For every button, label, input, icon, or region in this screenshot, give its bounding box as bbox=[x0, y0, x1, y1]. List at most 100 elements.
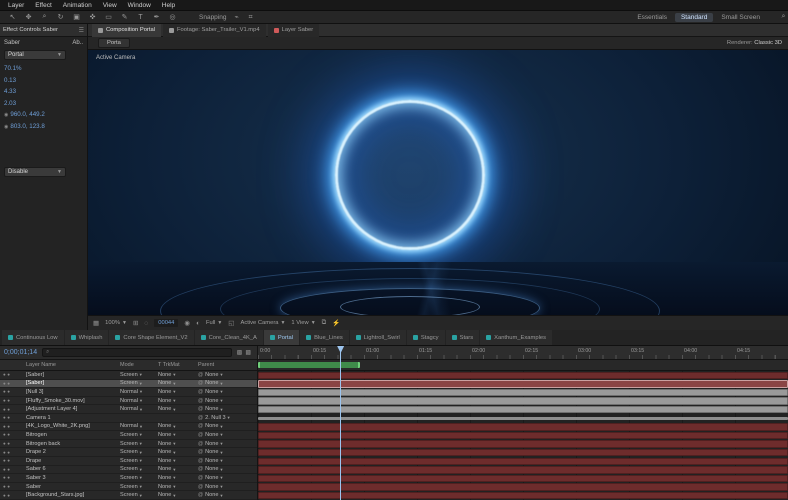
parent-dropdown[interactable]: @ None ▼ bbox=[198, 423, 254, 429]
rotation-tool-icon[interactable]: ↻ bbox=[56, 13, 65, 21]
layer-switches-icons[interactable]: ●● bbox=[0, 467, 26, 472]
parent-dropdown[interactable]: @2. Null 3 ▼ bbox=[198, 415, 254, 421]
pick-whip-icon[interactable]: @ bbox=[198, 423, 203, 429]
pick-whip-icon[interactable]: @ bbox=[198, 432, 203, 438]
layer-duration-bar[interactable] bbox=[258, 397, 788, 405]
renderer-info[interactable]: Renderer: Classic 3D bbox=[727, 40, 788, 46]
trkmat-dropdown[interactable]: None ▼ bbox=[158, 389, 198, 395]
pick-whip-icon[interactable]: @ bbox=[198, 372, 203, 378]
trkmat-dropdown[interactable]: None ▼ bbox=[158, 492, 198, 498]
trkmat-dropdown[interactable]: None ▼ bbox=[158, 372, 198, 378]
layer-switches-icons[interactable]: ●● bbox=[0, 432, 26, 437]
layer-row[interactable]: ●● Saber 6 Screen ▼ None ▼ @ None ▼ bbox=[0, 466, 258, 475]
layer-name[interactable]: Drape bbox=[26, 458, 120, 464]
trkmat-dropdown[interactable]: None ▼ bbox=[158, 475, 198, 481]
pick-whip-icon[interactable]: @ bbox=[198, 449, 203, 455]
pick-whip-icon[interactable]: @ bbox=[198, 406, 203, 412]
pen-tool-icon[interactable]: ✎ bbox=[120, 13, 129, 21]
trkmat-dropdown[interactable]: None ▼ bbox=[158, 458, 198, 464]
parent-dropdown[interactable]: @ None ▼ bbox=[198, 441, 254, 447]
snapping-label[interactable]: Snapping bbox=[199, 14, 226, 21]
blend-mode-dropdown[interactable]: Normal ▼ bbox=[120, 423, 158, 429]
layer-row[interactable]: ●● [Saber] Screen ▼ None ▼ @ None ▼ bbox=[0, 371, 258, 380]
parent-dropdown[interactable]: @ None ▼ bbox=[198, 449, 254, 455]
show-channel-icon[interactable]: ◐ bbox=[196, 320, 200, 327]
trkmat-dropdown[interactable]: None ▼ bbox=[158, 466, 198, 472]
comp-strip-tab-6[interactable]: Lightroll_Swirl bbox=[349, 330, 406, 345]
pick-whip-icon[interactable]: @ bbox=[198, 380, 203, 386]
effect-value[interactable]: 4.33 bbox=[4, 88, 83, 95]
blend-mode-dropdown[interactable]: Screen ▼ bbox=[120, 432, 158, 438]
layer-row[interactable]: ●● [Saber] Screen ▼ None ▼ @ None ▼ bbox=[0, 379, 258, 389]
parent-dropdown[interactable]: @ None ▼ bbox=[198, 492, 254, 498]
effect-point-value[interactable]: ◉ 803.0, 123.8 bbox=[4, 123, 83, 130]
comp-strip-tab-9[interactable]: Xanthum_Examples bbox=[480, 330, 552, 345]
layer-duration-bar[interactable] bbox=[258, 483, 788, 491]
layer-duration-bar[interactable] bbox=[258, 380, 788, 388]
parent-dropdown[interactable]: @ None ▼ bbox=[198, 380, 254, 386]
menu-item-effect[interactable]: Effect bbox=[35, 2, 52, 9]
parent-dropdown[interactable]: @ None ▼ bbox=[198, 398, 254, 404]
selection-tool-icon[interactable]: ↖ bbox=[8, 13, 17, 21]
blend-mode-dropdown[interactable]: Screen ▼ bbox=[120, 380, 158, 386]
layer-name[interactable]: [Saber] bbox=[26, 372, 120, 378]
column-mode[interactable]: Mode bbox=[120, 362, 158, 368]
parent-dropdown[interactable]: @ None ▼ bbox=[198, 458, 254, 464]
snapshot-icon[interactable]: ◉ bbox=[184, 319, 190, 327]
layer-switches-icons[interactable]: ●● bbox=[0, 415, 26, 420]
layer-switches-icons[interactable]: ●● bbox=[0, 407, 26, 412]
layer-row[interactable]: ●● Saber Screen ▼ None ▼ @ None ▼ bbox=[0, 483, 258, 492]
parent-dropdown[interactable]: @ None ▼ bbox=[198, 406, 254, 412]
layer-switches-icons[interactable]: ●● bbox=[0, 458, 26, 463]
zoom-select[interactable]: 100% ▼ bbox=[105, 320, 127, 326]
blend-mode-dropdown[interactable]: Screen ▼ bbox=[120, 372, 158, 378]
mask-visibility-icon[interactable]: ◌ bbox=[144, 320, 148, 327]
work-area-bar[interactable] bbox=[258, 362, 360, 368]
layer-switches-icons[interactable]: ●● bbox=[0, 381, 26, 386]
comp-tab-0[interactable]: Composition Portal bbox=[92, 23, 161, 37]
comp-tab-1[interactable]: Footage: Saber_Trailer_V1.mp4 bbox=[162, 23, 266, 37]
layer-name[interactable]: [4K_Logo_White_2K.png] bbox=[26, 423, 120, 429]
layer-duration-bar[interactable] bbox=[258, 474, 788, 483]
tab-effect-controls[interactable]: Effect Controls Saber bbox=[3, 27, 58, 33]
comp-strip-tab-4[interactable]: Portal bbox=[263, 330, 300, 345]
layer-name[interactable]: Bitrogen bbox=[26, 432, 120, 438]
pick-whip-icon[interactable]: @ bbox=[198, 466, 203, 472]
layer-duration-bar[interactable] bbox=[258, 405, 788, 414]
menu-item-window[interactable]: Window bbox=[128, 2, 151, 9]
comp-strip-tab-0[interactable]: Continuous Low bbox=[2, 330, 64, 345]
comp-strip-tab-3[interactable]: Core_Clean_4K_A bbox=[194, 330, 263, 345]
workspace-search-icon[interactable]: ⌕ bbox=[779, 13, 788, 21]
layer-duration-bar[interactable] bbox=[258, 431, 788, 440]
layer-duration-bar[interactable] bbox=[258, 491, 788, 500]
effect-value[interactable]: 0.13 bbox=[4, 77, 83, 84]
comp-strip-tab-2[interactable]: Core Shape Element_V2 bbox=[109, 330, 194, 345]
pick-whip-icon[interactable]: @ bbox=[198, 415, 203, 421]
layer-row[interactable]: ●● [Null 3] Normal ▼ None ▼ @ None ▼ bbox=[0, 388, 258, 397]
pick-whip-icon[interactable]: @ bbox=[198, 398, 203, 404]
layer-switches-icons[interactable]: ●● bbox=[0, 389, 26, 394]
zoom-tool-icon[interactable]: ⌕ bbox=[40, 13, 49, 21]
layer-switches-icons[interactable]: ●● bbox=[0, 372, 26, 377]
blend-mode-dropdown[interactable]: Screen ▼ bbox=[120, 449, 158, 455]
column-parent[interactable]: Parent bbox=[198, 362, 254, 368]
brush-tool-icon[interactable]: ✒ bbox=[152, 13, 161, 21]
blend-mode-dropdown[interactable]: Normal ▼ bbox=[120, 406, 158, 412]
layer-row[interactable]: ●● Bitrogen Screen ▼ None ▼ @ None ▼ bbox=[0, 431, 258, 440]
layer-duration-bar[interactable] bbox=[258, 416, 788, 420]
camera-select[interactable]: Active Camera ▼ bbox=[240, 320, 285, 326]
layer-row[interactable]: ●● Drape Screen ▼ None ▼ @ None ▼ bbox=[0, 457, 258, 466]
comp-strip-tab-1[interactable]: Whiplash bbox=[64, 330, 109, 345]
comp-strip-tab-7[interactable]: Stagcy bbox=[406, 330, 445, 345]
trkmat-dropdown[interactable]: None ▼ bbox=[158, 398, 198, 404]
layer-switches-icons[interactable]: ●● bbox=[0, 398, 26, 403]
current-time-display[interactable]: 0;00;01;14 bbox=[4, 349, 37, 356]
trkmat-dropdown[interactable]: None ▼ bbox=[158, 406, 198, 412]
effect-value[interactable]: 70.1% bbox=[4, 65, 83, 72]
parent-dropdown[interactable]: @ None ▼ bbox=[198, 389, 254, 395]
playhead[interactable] bbox=[337, 346, 345, 500]
roi-icon[interactable]: ◱ bbox=[228, 319, 234, 327]
layer-name[interactable]: Bitrogen back bbox=[26, 441, 120, 447]
workspace-essentials[interactable]: Essentials bbox=[631, 13, 673, 22]
column-trkmat[interactable]: T TrkMat bbox=[158, 362, 198, 368]
